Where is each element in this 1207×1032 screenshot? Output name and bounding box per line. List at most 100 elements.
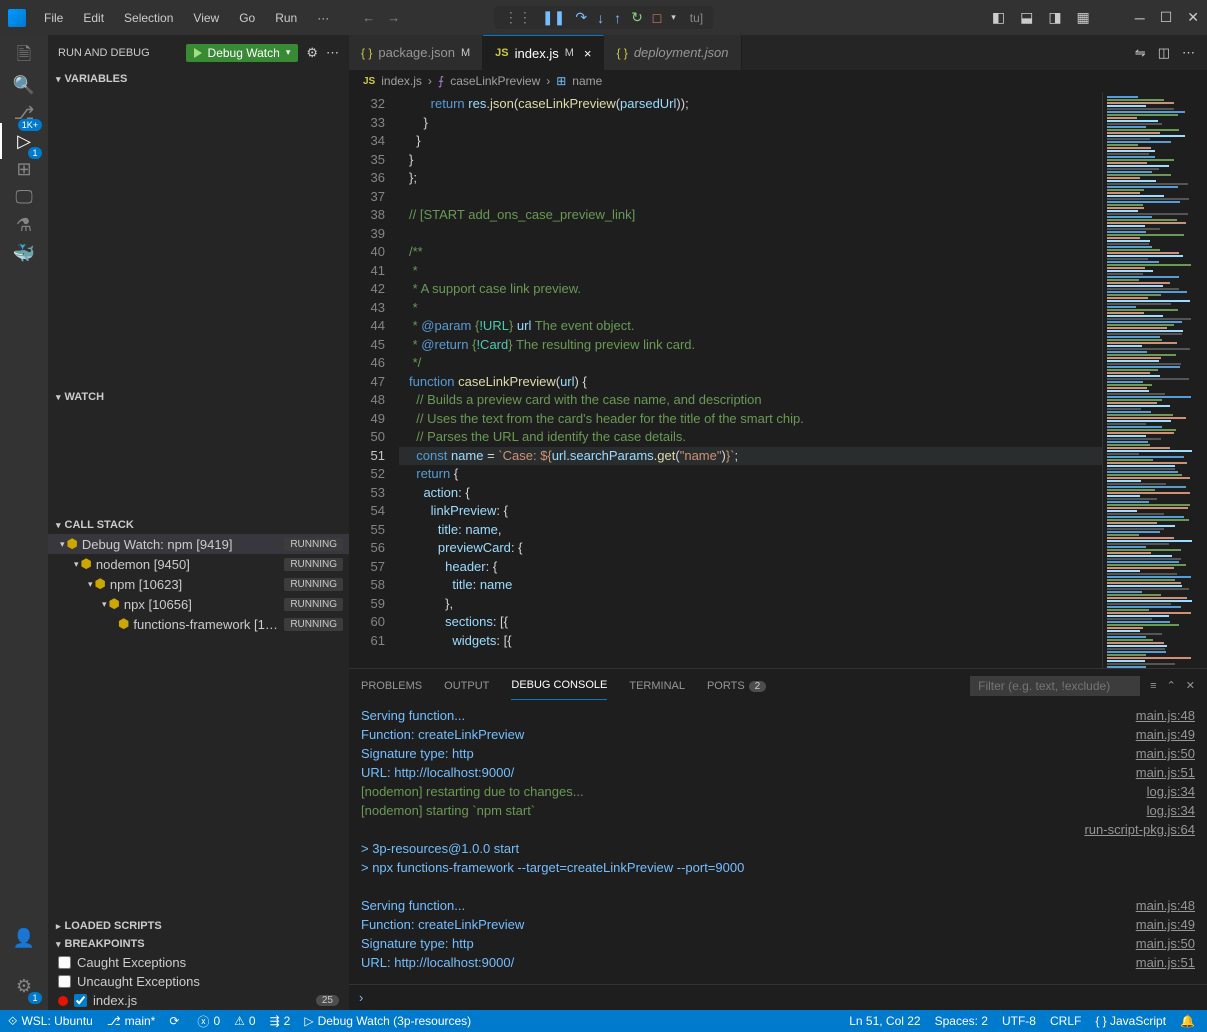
step-into-icon[interactable]: ↓ — [597, 10, 604, 26]
code-content[interactable]: return res.json(caseLinkPreview(parsedUr… — [399, 92, 1102, 668]
menu-file[interactable]: File — [36, 7, 71, 29]
explorer-icon[interactable]: 🗎 — [10, 43, 38, 71]
source-control-icon[interactable]: ⎇1K+ — [10, 99, 38, 127]
step-over-icon[interactable]: ↷ — [575, 9, 587, 26]
statusbar-item[interactable]: 🔔 — [1180, 1014, 1199, 1028]
statusbar-item[interactable]: ⟳ — [169, 1013, 183, 1030]
loaded-scripts-section-header[interactable]: ▸LOADED SCRIPTS — [48, 917, 349, 935]
menu-···[interactable]: ··· — [309, 7, 337, 29]
statusbar-item[interactable]: Ln 51, Col 22 — [849, 1014, 920, 1028]
statusbar-item[interactable]: ⟐WSL: Ubuntu — [8, 1013, 93, 1030]
breakpoints-section-header[interactable]: ▾BREAKPOINTS — [48, 935, 349, 953]
chevron-up-icon[interactable]: ⌃ — [1167, 679, 1176, 692]
tab-index.js[interactable]: JSindex.jsM× — [483, 35, 604, 70]
search-icon[interactable]: 🔍 — [10, 71, 38, 99]
more-actions-icon[interactable]: ⋯ — [1182, 45, 1195, 61]
source-link[interactable]: log.js:34 — [1147, 782, 1195, 801]
panel-tab-output[interactable]: OUTPUT — [444, 672, 489, 700]
panel-tab-terminal[interactable]: TERMINAL — [629, 672, 685, 700]
callstack-row[interactable]: ▾ ⬢nodemon [9450]RUNNING — [48, 554, 349, 574]
layout-grid-icon[interactable]: ▦ — [1077, 9, 1090, 26]
statusbar-item[interactable]: ⎇main* — [107, 1013, 156, 1030]
maximize-icon[interactable]: ☐ — [1160, 9, 1173, 26]
layout-left-icon[interactable]: ◧ — [992, 9, 1005, 26]
layout-bottom-icon[interactable]: ⬓ — [1020, 9, 1033, 26]
source-link[interactable]: main.js:51 — [1136, 953, 1195, 972]
bp-uncaught-checkbox[interactable] — [58, 975, 71, 988]
step-out-icon[interactable]: ↑ — [614, 10, 621, 26]
drag-handle-icon[interactable]: ⋮⋮ — [504, 9, 532, 26]
source-link[interactable]: log.js:34 — [1147, 801, 1195, 820]
stop-icon[interactable]: □ — [653, 10, 661, 26]
accounts-icon[interactable]: 👤 — [10, 924, 38, 952]
statusbar-item[interactable]: ▷Debug Watch (3p-resources) — [304, 1013, 471, 1030]
statusbar-item[interactable]: ⓧ0 — [197, 1013, 220, 1030]
debug-console-output[interactable]: Serving function...main.js:48Function: c… — [349, 702, 1207, 984]
bp-caught-exceptions[interactable]: Caught Exceptions — [48, 953, 349, 972]
compare-changes-icon[interactable]: ⇋ — [1135, 45, 1146, 61]
close-panel-icon[interactable]: ✕ — [1186, 679, 1195, 692]
statusbar-item[interactable]: Spaces: 2 — [935, 1014, 988, 1028]
more-icon[interactable]: ⋯ — [326, 45, 339, 61]
settings-icon[interactable]: ⚙1 — [10, 972, 38, 1000]
minimize-icon[interactable]: ─ — [1135, 10, 1145, 26]
close-icon[interactable]: ✕ — [1187, 9, 1199, 26]
extensions-icon[interactable]: ⊞ — [10, 155, 38, 183]
source-link[interactable]: main.js:48 — [1136, 896, 1195, 915]
source-link[interactable]: main.js:50 — [1136, 744, 1195, 763]
close-tab-icon[interactable]: × — [584, 46, 592, 61]
nav-back-icon[interactable]: ← — [362, 10, 375, 25]
command-center-text[interactable]: tu] — [690, 11, 703, 25]
callstack-row[interactable]: ▾ ⬢Debug Watch: npm [9419]RUNNING — [48, 534, 349, 554]
callstack-row[interactable]: ⬢functions-framework [106…RUNNING — [48, 614, 349, 634]
variables-section-header[interactable]: ▾VARIABLES — [48, 70, 349, 88]
menu-go[interactable]: Go — [231, 7, 263, 29]
code-area[interactable]: 3233343536373839404142434445464748495051… — [349, 92, 1207, 668]
statusbar-item[interactable]: ⇶2 — [270, 1013, 291, 1030]
statusbar-item[interactable]: { } JavaScript — [1095, 1014, 1166, 1028]
watch-section-header[interactable]: ▾WATCH — [48, 388, 349, 406]
statusbar-item[interactable]: ⚠0 — [234, 1013, 255, 1030]
source-link[interactable]: main.js:48 — [1136, 706, 1195, 725]
source-link[interactable]: main.js:51 — [1136, 763, 1195, 782]
split-editor-icon[interactable]: ◫ — [1158, 45, 1170, 61]
source-link[interactable]: main.js:50 — [1136, 934, 1195, 953]
callstack-row[interactable]: ▾ ⬢npm [10623]RUNNING — [48, 574, 349, 594]
panel-tab-ports[interactable]: PORTS2 — [707, 672, 766, 700]
panel-tab-problems[interactable]: PROBLEMS — [361, 672, 422, 700]
remote-explorer-icon[interactable]: 🖵 — [10, 183, 38, 211]
pause-icon[interactable]: ❚❚ — [542, 9, 565, 26]
source-link[interactable]: main.js:49 — [1136, 915, 1195, 934]
menu-view[interactable]: View — [185, 7, 227, 29]
statusbar-item[interactable]: CRLF — [1050, 1014, 1081, 1028]
menu-selection[interactable]: Selection — [116, 7, 181, 29]
source-link[interactable]: run-script-pkg.js:64 — [1084, 820, 1195, 839]
menu-run[interactable]: Run — [267, 7, 305, 29]
bp-uncaught-exceptions[interactable]: Uncaught Exceptions — [48, 972, 349, 991]
bp-file-indexjs[interactable]: index.js 25 — [48, 991, 349, 1010]
nav-forward-icon[interactable]: → — [387, 10, 400, 25]
source-link[interactable]: main.js:49 — [1136, 725, 1195, 744]
panel-tab-debug-console[interactable]: DEBUG CONSOLE — [511, 671, 607, 700]
minimap[interactable] — [1102, 92, 1207, 668]
menu-edit[interactable]: Edit — [75, 7, 112, 29]
word-wrap-icon[interactable]: ≡ — [1150, 680, 1156, 692]
layout-right-icon[interactable]: ◨ — [1048, 9, 1061, 26]
testing-icon[interactable]: ⚗ — [10, 211, 38, 239]
restart-icon[interactable]: ↻ — [631, 9, 643, 26]
callstack-section-header[interactable]: ▾CALL STACK — [48, 516, 349, 534]
statusbar-item[interactable]: UTF-8 — [1002, 1014, 1036, 1028]
docker-icon[interactable]: 🐳 — [10, 239, 38, 267]
callstack-row[interactable]: ▾ ⬢npx [10656]RUNNING — [48, 594, 349, 614]
debug-dropdown-icon[interactable]: ▾ — [671, 12, 676, 23]
breadcrumb[interactable]: JS index.js› ⨍ caseLinkPreview› ⊞ name — [349, 70, 1207, 92]
run-debug-icon[interactable]: ▷1 — [10, 127, 38, 155]
tab-deployment.json[interactable]: { }deployment.json — [604, 35, 741, 70]
bp-file-checkbox[interactable] — [74, 994, 87, 1007]
gear-icon[interactable]: ⚙ — [306, 45, 318, 61]
bp-caught-checkbox[interactable] — [58, 956, 71, 969]
tab-package.json[interactable]: { }package.jsonM — [349, 35, 483, 70]
start-debug-button[interactable]: Debug Watch ▾ — [186, 44, 299, 62]
debug-console-input[interactable]: › — [349, 984, 1207, 1010]
debug-console-filter[interactable] — [970, 676, 1140, 696]
